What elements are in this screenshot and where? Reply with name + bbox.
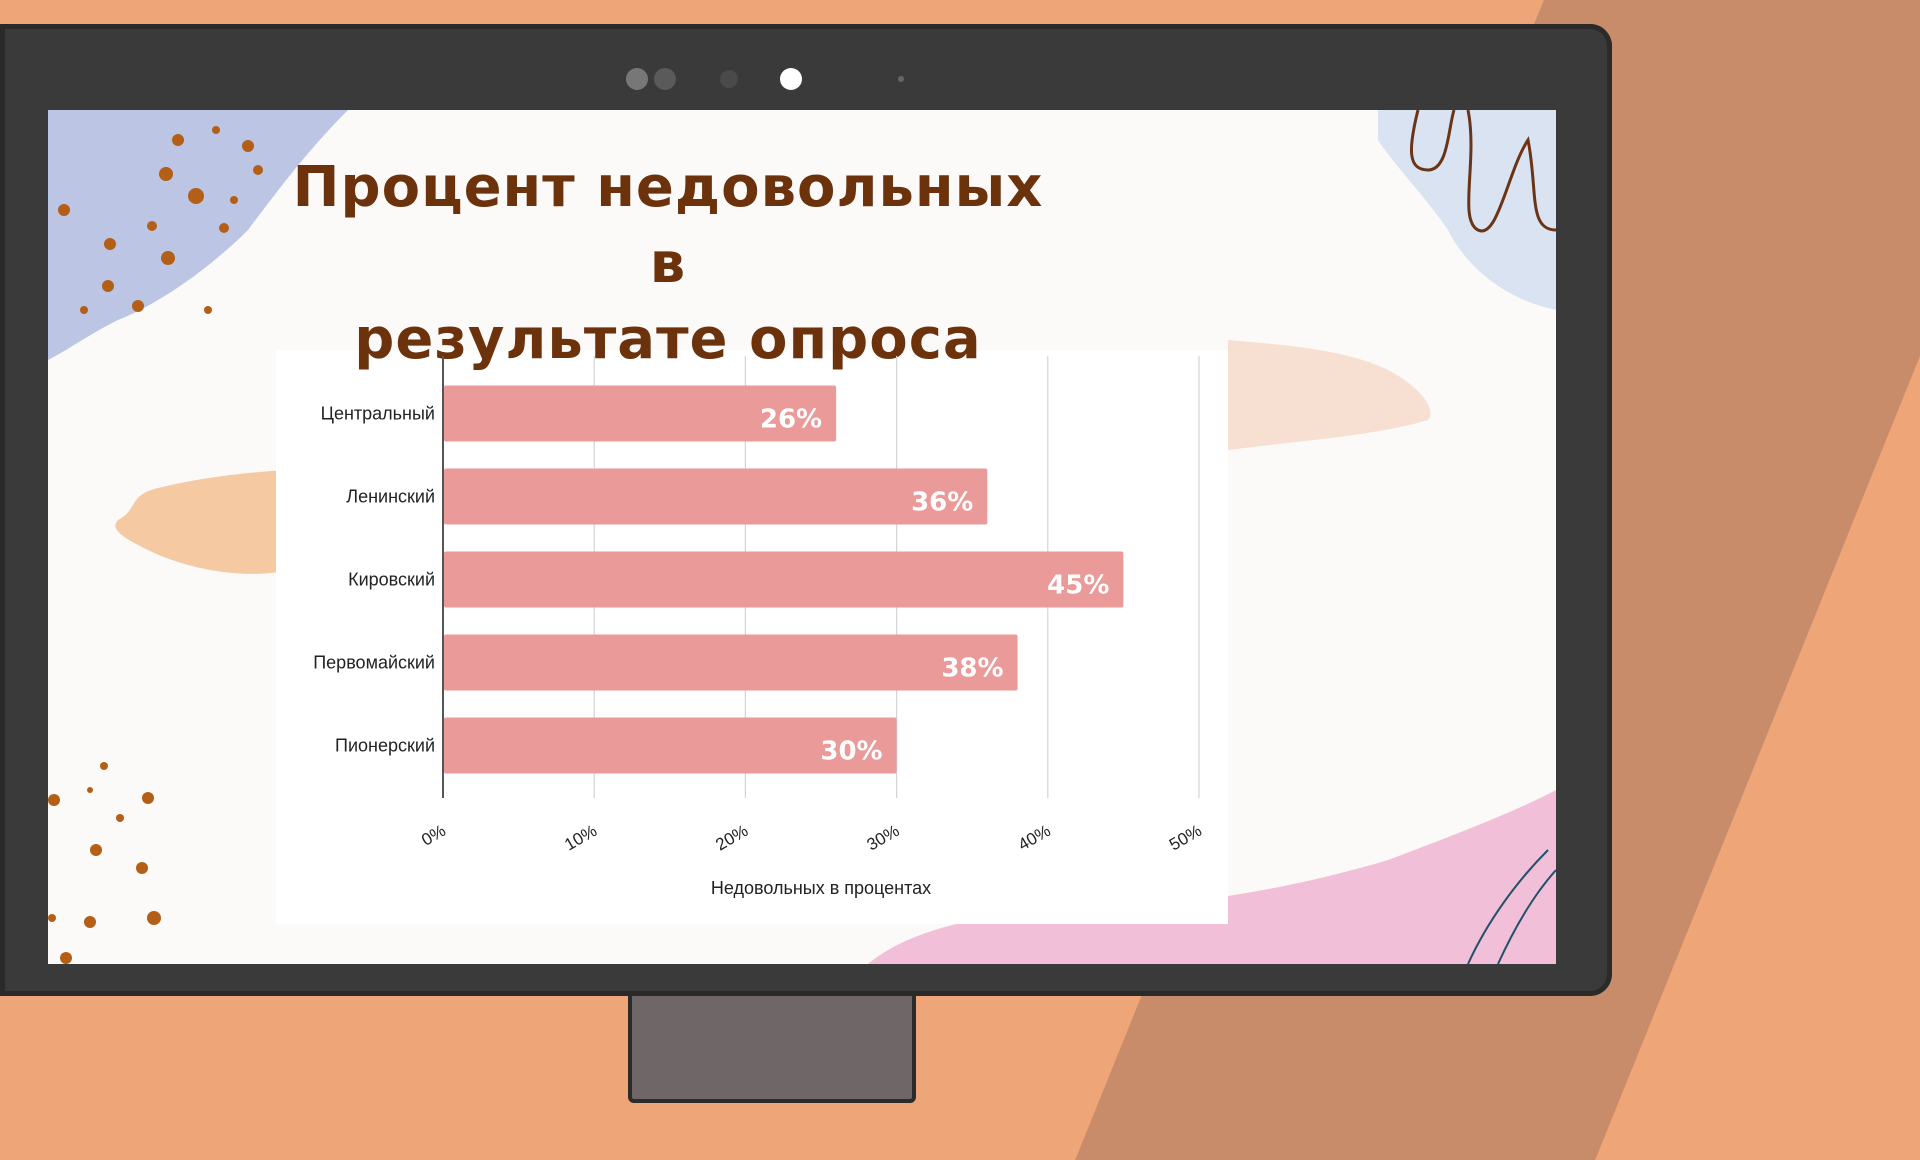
x-tick-label: 20%: [712, 821, 751, 854]
x-tick-label: 40%: [1015, 821, 1054, 854]
x-tick-label: 10%: [561, 821, 600, 854]
bar: [444, 634, 1018, 691]
data-label: 38%: [941, 654, 1003, 684]
slide-screen: Процент недовольных в результате опроса …: [48, 110, 1556, 964]
category-label: Ленинский: [346, 487, 435, 507]
category-label: Центральный: [321, 404, 435, 424]
monitor-stand: [628, 985, 916, 1103]
bar: [444, 551, 1124, 608]
data-label: 26%: [760, 405, 822, 435]
category-label: Пионерский: [335, 736, 435, 756]
sensor-icon: [720, 70, 738, 88]
sensor-icon: [898, 76, 904, 82]
bar-chart: 0% 10% 20% 30% 40% 50% Центральный 26% Ленинский…: [313, 356, 1205, 898]
category-label: Кировский: [348, 570, 435, 590]
camera-icon: [626, 68, 648, 90]
x-axis-title: Недовольных в процентах: [711, 878, 931, 898]
x-tick-label: 0%: [418, 821, 449, 850]
data-label: 36%: [911, 488, 973, 518]
indicator-light-icon: [780, 68, 802, 90]
x-tick-label: 30%: [864, 821, 903, 854]
bar: [444, 468, 988, 525]
data-label: 45%: [1047, 571, 1109, 601]
data-label: 30%: [820, 737, 882, 767]
monitor-frame: Процент недовольных в результате опроса …: [0, 24, 1612, 996]
category-label: Первомайский: [313, 653, 435, 673]
camera-icon: [654, 68, 676, 90]
bars: [444, 385, 1124, 774]
x-tick-label: 50%: [1166, 821, 1205, 854]
